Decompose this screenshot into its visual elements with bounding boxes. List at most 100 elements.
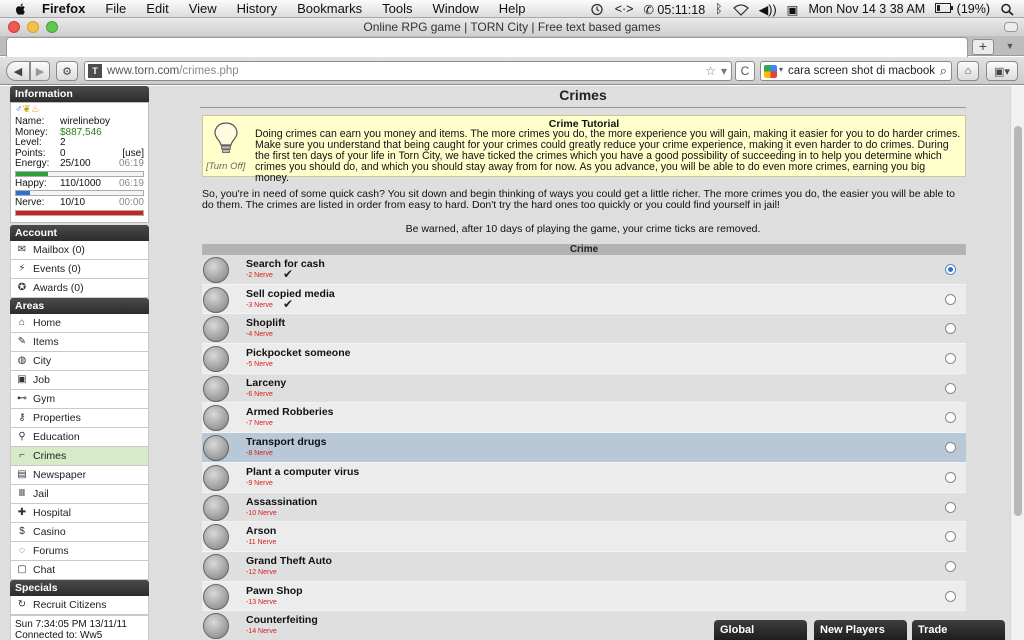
menu-history[interactable]: History	[237, 1, 277, 16]
sidebar-item-hospital[interactable]: ✚ Hospital	[10, 503, 149, 523]
sidebar-item-properties[interactable]: ⚷ Properties	[10, 408, 149, 428]
sidebar-item-mailbox-0[interactable]: ✉ Mailbox (0)	[10, 240, 149, 260]
sidebar-item-chat[interactable]: ▢ Chat	[10, 560, 149, 580]
time-machine-icon[interactable]	[589, 3, 605, 16]
sidebar-item-events-0[interactable]: ⚡ Events (0)	[10, 259, 149, 279]
window-titlebar: Online RPG game | TORN City | Free text …	[0, 18, 1024, 36]
crime-row[interactable]: Sell copied media -3 Nerve ✔	[202, 284, 966, 315]
turn-off-tutorial-link[interactable]: [Turn Off]	[206, 161, 245, 172]
checkmark-icon: ✔	[283, 267, 294, 281]
bluetooth-icon[interactable]: ᛒ	[715, 2, 723, 16]
page-scrollbar[interactable]	[1010, 86, 1024, 640]
crime-thumbnail-icon	[203, 583, 229, 610]
timer-clock[interactable]: ✆ 05:11:18	[643, 2, 705, 17]
crime-radio[interactable]	[945, 590, 956, 602]
google-icon[interactable]	[764, 65, 777, 78]
tab-active[interactable]	[6, 37, 968, 57]
close-window-button[interactable]	[8, 21, 20, 33]
sidebar-item-items[interactable]: ✎ Items	[10, 332, 149, 352]
crime-name: Plant a computer virus	[246, 465, 360, 478]
crime-radio[interactable]	[945, 560, 956, 572]
sidebar-item-job[interactable]: ▣ Job	[10, 370, 149, 390]
scrollbar-thumb[interactable]	[1014, 126, 1022, 516]
crime-row[interactable]: Assassination -10 Nerve	[202, 492, 966, 523]
crime-radio[interactable]	[945, 501, 956, 513]
crime-radio[interactable]	[945, 442, 956, 454]
server-status: Sun 7:34:05 PM 13/11/11 Connected to: Ww…	[10, 614, 149, 640]
menu-help[interactable]: Help	[499, 1, 526, 16]
spotlight-search-icon[interactable]	[1000, 3, 1016, 16]
sidebar-item-crimes[interactable]: ⌐ Crimes	[10, 446, 149, 466]
chat-tab-global[interactable]: Global	[714, 620, 807, 640]
bookmark-star-icon[interactable]: ☆	[705, 64, 716, 78]
url-bar[interactable]: T www.torn.com/crimes.php ☆ ▾	[84, 61, 732, 81]
crime-radio[interactable]	[945, 293, 956, 305]
crime-row[interactable]: Search for cash -2 Nerve ✔	[202, 255, 966, 285]
crime-row[interactable]: Larceny -6 Nerve	[202, 373, 966, 404]
datetime[interactable]: Mon Nov 14 3 38 AM	[808, 2, 925, 16]
crime-radio[interactable]	[945, 412, 956, 424]
chat-tab-trade[interactable]: Trade	[912, 620, 1005, 640]
nerve-bar-fill	[16, 210, 143, 215]
sidebar-item-home[interactable]: ⌂ Home	[10, 313, 149, 333]
reload-icon: C	[740, 64, 750, 78]
volume-icon[interactable]: ◀))	[759, 2, 777, 17]
minimize-window-button[interactable]	[27, 21, 39, 33]
sidebar-item-newspaper[interactable]: ▤ Newspaper	[10, 465, 149, 485]
back-button[interactable]: ◀	[6, 61, 30, 81]
reload-button[interactable]: C	[735, 61, 755, 81]
sidebar-item-casino[interactable]: $ Casino	[10, 522, 149, 542]
crime-radio[interactable]	[945, 353, 956, 365]
url-dropdown-icon[interactable]: ▾	[721, 64, 727, 78]
url-text[interactable]: www.torn.com/crimes.php	[107, 65, 239, 77]
search-bar[interactable]: ▾ cara screen shot di macbook ⌕	[760, 61, 952, 81]
menu-tools[interactable]: Tools	[382, 1, 412, 16]
crime-row[interactable]: Transport drugs -8 Nerve	[202, 433, 966, 463]
crime-row[interactable]: Grand Theft Auto -12 Nerve	[202, 551, 966, 582]
crime-radio[interactable]	[945, 471, 956, 483]
home-button[interactable]: ⌂	[957, 61, 979, 81]
search-input[interactable]: cara screen shot di macbook	[788, 65, 935, 77]
zoom-window-button[interactable]	[46, 21, 58, 33]
sidebar-item-awards-0[interactable]: ✪ Awards (0)	[10, 278, 149, 298]
menu-view[interactable]: View	[189, 1, 217, 16]
menu-file[interactable]: File	[105, 1, 126, 16]
sidebar-item-gym[interactable]: ⊷ Gym	[10, 389, 149, 409]
battery-status[interactable]: (19%)	[935, 2, 990, 16]
crime-radio[interactable]	[945, 531, 956, 543]
crime-radio[interactable]	[945, 382, 956, 394]
engine-dropdown-icon[interactable]: ▾	[779, 65, 783, 74]
crime-radio[interactable]	[945, 323, 956, 335]
crime-row[interactable]: Plant a computer virus -9 Nerve	[202, 462, 966, 493]
chat-tab-new-players[interactable]: New Players	[814, 620, 907, 640]
happy-row: Happy: 110/1000 06:19	[15, 178, 144, 190]
wifi-icon[interactable]	[732, 3, 749, 16]
toolbar-toggle-button[interactable]	[1004, 22, 1018, 32]
code-arrows-icon[interactable]: <·>	[615, 2, 634, 16]
forward-button[interactable]: ▶	[30, 61, 50, 81]
menu-edit[interactable]: Edit	[146, 1, 168, 16]
sidebar-item-recruit-citizens[interactable]: ↻ Recruit Citizens	[10, 595, 149, 615]
search-magnifier-icon[interactable]: ⌕	[940, 63, 947, 79]
extension-button[interactable]: ⚙	[56, 61, 78, 81]
crime-row[interactable]: Arson -11 Nerve	[202, 522, 966, 552]
apple-menu-icon[interactable]	[14, 2, 28, 16]
crime-radio[interactable]	[945, 264, 956, 275]
crime-row[interactable]: Shoplift -4 Nerve	[202, 314, 966, 345]
menu-button[interactable]: ▣▾	[986, 61, 1018, 81]
menu-window[interactable]: Window	[433, 1, 479, 16]
crime-row[interactable]: Armed Robberies -7 Nerve	[202, 403, 966, 434]
sidebar-item-education[interactable]: ⚲ Education	[10, 427, 149, 447]
menu-bookmarks[interactable]: Bookmarks	[297, 1, 362, 16]
sidebar-item-jail[interactable]: Ⅲ Jail	[10, 484, 149, 504]
tab-list-chevron-icon[interactable]: ▼	[1004, 41, 1016, 53]
crime-row[interactable]: Pickpocket someone -5 Nerve	[202, 344, 966, 374]
sidebar-item-city[interactable]: ◍ City	[10, 351, 149, 371]
input-menu-icon[interactable]: ▣	[787, 2, 799, 17]
new-tab-button[interactable]: +	[972, 39, 994, 55]
chat-icon: ▢	[17, 564, 27, 575]
sidebar-item-forums[interactable]: ◌ Forums	[10, 541, 149, 561]
username[interactable]: wirelineboy	[60, 116, 144, 128]
menu-app-firefox[interactable]: Firefox	[42, 1, 85, 16]
crime-row[interactable]: Pawn Shop -13 Nerve	[202, 581, 966, 612]
